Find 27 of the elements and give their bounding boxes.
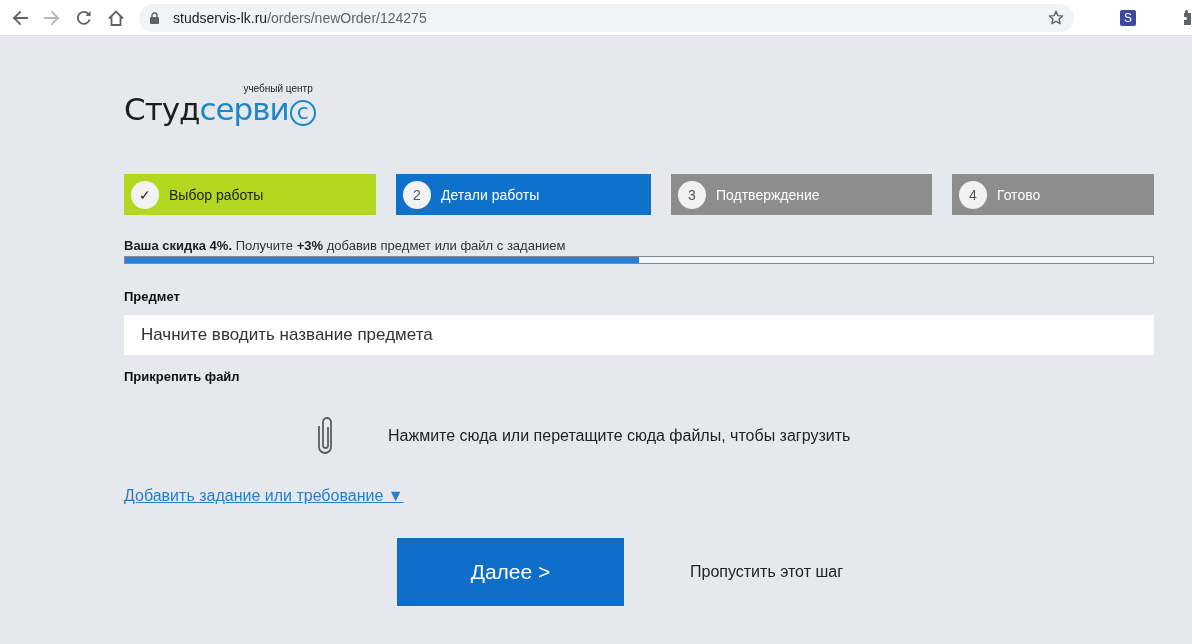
step-label: Подтверждение: [716, 186, 820, 203]
next-button[interactable]: Далее >: [397, 538, 624, 606]
skip-link[interactable]: Пропустить этот шаг: [690, 563, 843, 581]
home-icon[interactable]: [108, 9, 124, 26]
lock-icon: [150, 11, 159, 24]
step-label: Выбор работы: [169, 186, 264, 203]
paperclip-icon[interactable]: [318, 417, 333, 454]
step-marker: 3: [678, 180, 706, 209]
step-label: Детали работы: [441, 186, 540, 203]
logo-tagline: учебный центр: [243, 84, 313, 94]
extension-button[interactable]: S: [1120, 9, 1136, 26]
add-task-link[interactable]: Добавить задание или требование ▼: [124, 486, 404, 506]
address-bar[interactable]: studservis-lk.ru/orders/newOrder/124275: [139, 3, 1074, 32]
step-marker: 4: [959, 180, 987, 209]
subject-input[interactable]: Начните вводить название предмета: [124, 315, 1154, 355]
arrow-left-icon[interactable]: [12, 9, 28, 26]
url-text[interactable]: studservis-lk.ru/orders/newOrder/124275: [173, 9, 427, 26]
upload-hint[interactable]: Нажмите сюда или перетащите сюда файлы, чтобы загрузить: [388, 426, 851, 445]
subject-label: Предмет: [124, 289, 180, 305]
discount-text: Ваша скидка 4%. Получите +3% добавив предмет или файл с заданием: [124, 238, 566, 254]
reload-icon[interactable]: [76, 9, 92, 26]
star-icon[interactable]: [1048, 9, 1064, 26]
attach-label: Прикрепить файл: [124, 369, 240, 385]
step-marker: 2: [403, 180, 431, 209]
step-marker: ✓: [131, 180, 159, 209]
puzzle-icon[interactable]: [1184, 9, 1191, 26]
step-label: Готово: [997, 186, 1041, 203]
